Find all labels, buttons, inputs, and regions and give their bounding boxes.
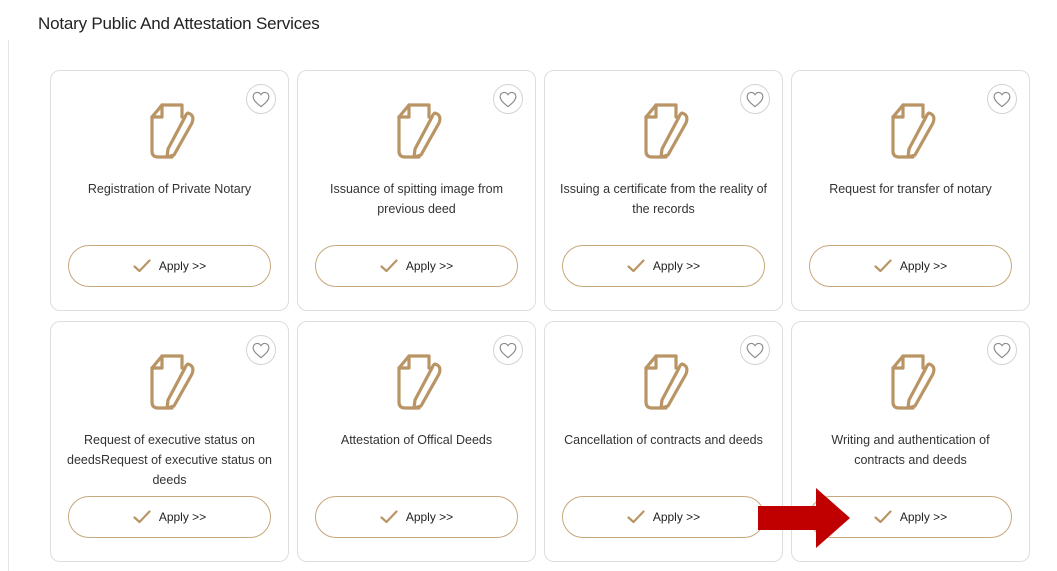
- service-card: Attestation of Offical Deeds Apply >>: [297, 321, 536, 562]
- favorite-button[interactable]: [740, 84, 770, 114]
- service-card: Request of executive status on deedsRequ…: [50, 321, 289, 562]
- check-icon: [874, 259, 892, 273]
- service-title: Writing and authentication of contracts …: [831, 433, 990, 467]
- service-card: Issuing a certificate from the reality o…: [544, 70, 783, 311]
- apply-button[interactable]: Apply >>: [68, 496, 271, 538]
- service-title: Cancellation of contracts and deeds: [564, 433, 763, 447]
- favorite-button[interactable]: [987, 335, 1017, 365]
- section-title: Notary Public And Attestation Services: [38, 14, 320, 33]
- service-title: Attestation of Offical Deeds: [340, 433, 493, 447]
- service-card: Cancellation of contracts and deeds Appl…: [544, 321, 783, 562]
- check-icon: [627, 510, 645, 524]
- favorite-button[interactable]: [740, 335, 770, 365]
- heart-icon: [746, 342, 764, 358]
- document-pen-icon: [890, 354, 935, 410]
- document-pen-icon: [149, 103, 194, 159]
- services-grid: Registration of Private Notary Apply >> …: [50, 70, 1030, 562]
- favorite-button[interactable]: [987, 84, 1017, 114]
- favorite-button[interactable]: [493, 84, 523, 114]
- apply-button[interactable]: Apply >>: [809, 245, 1012, 287]
- check-icon: [133, 510, 151, 524]
- apply-button[interactable]: Apply >>: [562, 496, 765, 538]
- apply-label: Apply >>: [899, 259, 948, 273]
- favorite-button[interactable]: [246, 335, 276, 365]
- favorite-button[interactable]: [246, 84, 276, 114]
- apply-label: Apply >>: [652, 259, 701, 273]
- service-card: Request for transfer of notary Apply >>: [791, 70, 1030, 311]
- heart-icon: [499, 91, 517, 107]
- heart-icon: [746, 91, 764, 107]
- document-pen-icon: [149, 354, 194, 410]
- heart-icon: [993, 91, 1011, 107]
- apply-button[interactable]: Apply >>: [315, 496, 518, 538]
- service-title: Issuing a certificate from the reality o…: [559, 182, 768, 216]
- document-pen-icon: [890, 103, 935, 159]
- apply-label: Apply >>: [158, 259, 207, 273]
- check-icon: [380, 259, 398, 273]
- apply-button[interactable]: Apply >>: [68, 245, 271, 287]
- apply-label: Apply >>: [158, 510, 207, 524]
- favorite-button[interactable]: [493, 335, 523, 365]
- apply-label: Apply >>: [405, 259, 454, 273]
- service-title: Issuance of spitting image from previous…: [330, 182, 503, 216]
- heart-icon: [993, 342, 1011, 358]
- heart-icon: [499, 342, 517, 358]
- apply-label: Apply >>: [405, 510, 454, 524]
- apply-button[interactable]: Apply >>: [315, 245, 518, 287]
- apply-button[interactable]: Apply >>: [562, 245, 765, 287]
- document-pen-icon: [643, 354, 688, 410]
- document-pen-icon: [643, 103, 688, 159]
- check-icon: [874, 510, 892, 524]
- service-title: Registration of Private Notary: [87, 182, 252, 196]
- service-card: Registration of Private Notary Apply >>: [50, 70, 289, 311]
- heart-icon: [252, 342, 270, 358]
- page: Notary Public And Attestation Services R…: [0, 0, 1057, 571]
- apply-label: Apply >>: [899, 510, 948, 524]
- red-arrow-icon: [758, 488, 850, 548]
- apply-label: Apply >>: [652, 510, 701, 524]
- service-title: Request for transfer of notary: [829, 182, 992, 196]
- service-title: Request of executive status on deedsRequ…: [67, 433, 272, 487]
- service-card: Issuance of spitting image from previous…: [297, 70, 536, 311]
- document-pen-icon: [396, 103, 441, 159]
- check-icon: [627, 259, 645, 273]
- check-icon: [133, 259, 151, 273]
- check-icon: [380, 510, 398, 524]
- left-divider: [8, 40, 9, 571]
- document-pen-icon: [396, 354, 441, 410]
- heart-icon: [252, 91, 270, 107]
